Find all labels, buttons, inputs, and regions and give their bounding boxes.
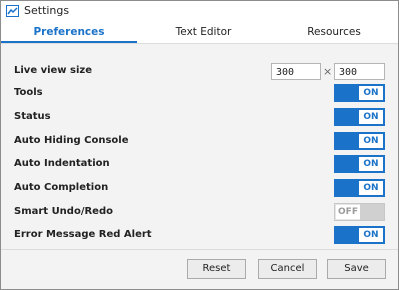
toggle-knob [360, 204, 384, 220]
window-title: Settings [24, 4, 70, 17]
auto-indentation-toggle[interactable]: ON [334, 155, 385, 173]
footer-divider [1, 249, 398, 250]
toggle-state: ON [359, 86, 383, 100]
status-label: Status [14, 111, 51, 122]
toggle-state: ON [359, 134, 383, 148]
tab-bar-divider [1, 43, 398, 44]
tools-toggle[interactable]: ON [334, 84, 385, 102]
toggle-state: ON [359, 157, 383, 171]
toggle-knob [335, 109, 358, 125]
toggle-knob [335, 85, 358, 101]
settings-window: Settings Preferences Text Editor Resourc… [0, 0, 399, 290]
tab-text-editor[interactable]: Text Editor [137, 21, 270, 43]
auto-completion-toggle[interactable]: ON [334, 179, 385, 197]
toggle-state: ON [359, 228, 383, 242]
tab-preferences[interactable]: Preferences [1, 21, 137, 43]
tools-label: Tools [14, 87, 43, 98]
auto-hiding-console-toggle[interactable]: ON [334, 132, 385, 150]
toggle-state: ON [359, 181, 383, 195]
error-message-red-alert-toggle[interactable]: ON [334, 226, 385, 244]
toggle-state: OFF [336, 205, 360, 219]
status-toggle[interactable]: ON [334, 108, 385, 126]
toggle-knob [335, 227, 358, 243]
tab-bar: Preferences Text Editor Resources [1, 21, 398, 43]
smart-undo-redo-toggle[interactable]: OFF [334, 203, 385, 221]
toggle-knob [335, 156, 358, 172]
size-separator: × [323, 65, 333, 78]
live-view-height-input[interactable]: 300 [334, 63, 385, 80]
auto-indentation-label: Auto Indentation [14, 158, 110, 169]
smart-undo-redo-label: Smart Undo/Redo [14, 206, 113, 217]
app-chart-icon [6, 5, 19, 17]
auto-completion-label: Auto Completion [14, 182, 109, 193]
toggle-state: ON [359, 110, 383, 124]
title-bar: Settings [1, 1, 398, 21]
auto-hiding-console-label: Auto Hiding Console [14, 135, 129, 146]
reset-button[interactable]: Reset [187, 259, 246, 279]
toggle-knob [335, 133, 358, 149]
live-view-size-label: Live view size [14, 65, 93, 76]
cancel-button[interactable]: Cancel [258, 259, 317, 279]
save-button[interactable]: Save [327, 259, 386, 279]
tab-resources[interactable]: Resources [270, 21, 398, 43]
toggle-knob [335, 180, 358, 196]
error-message-red-alert-label: Error Message Red Alert [14, 229, 152, 240]
live-view-width-input[interactable]: 300 [271, 63, 321, 80]
